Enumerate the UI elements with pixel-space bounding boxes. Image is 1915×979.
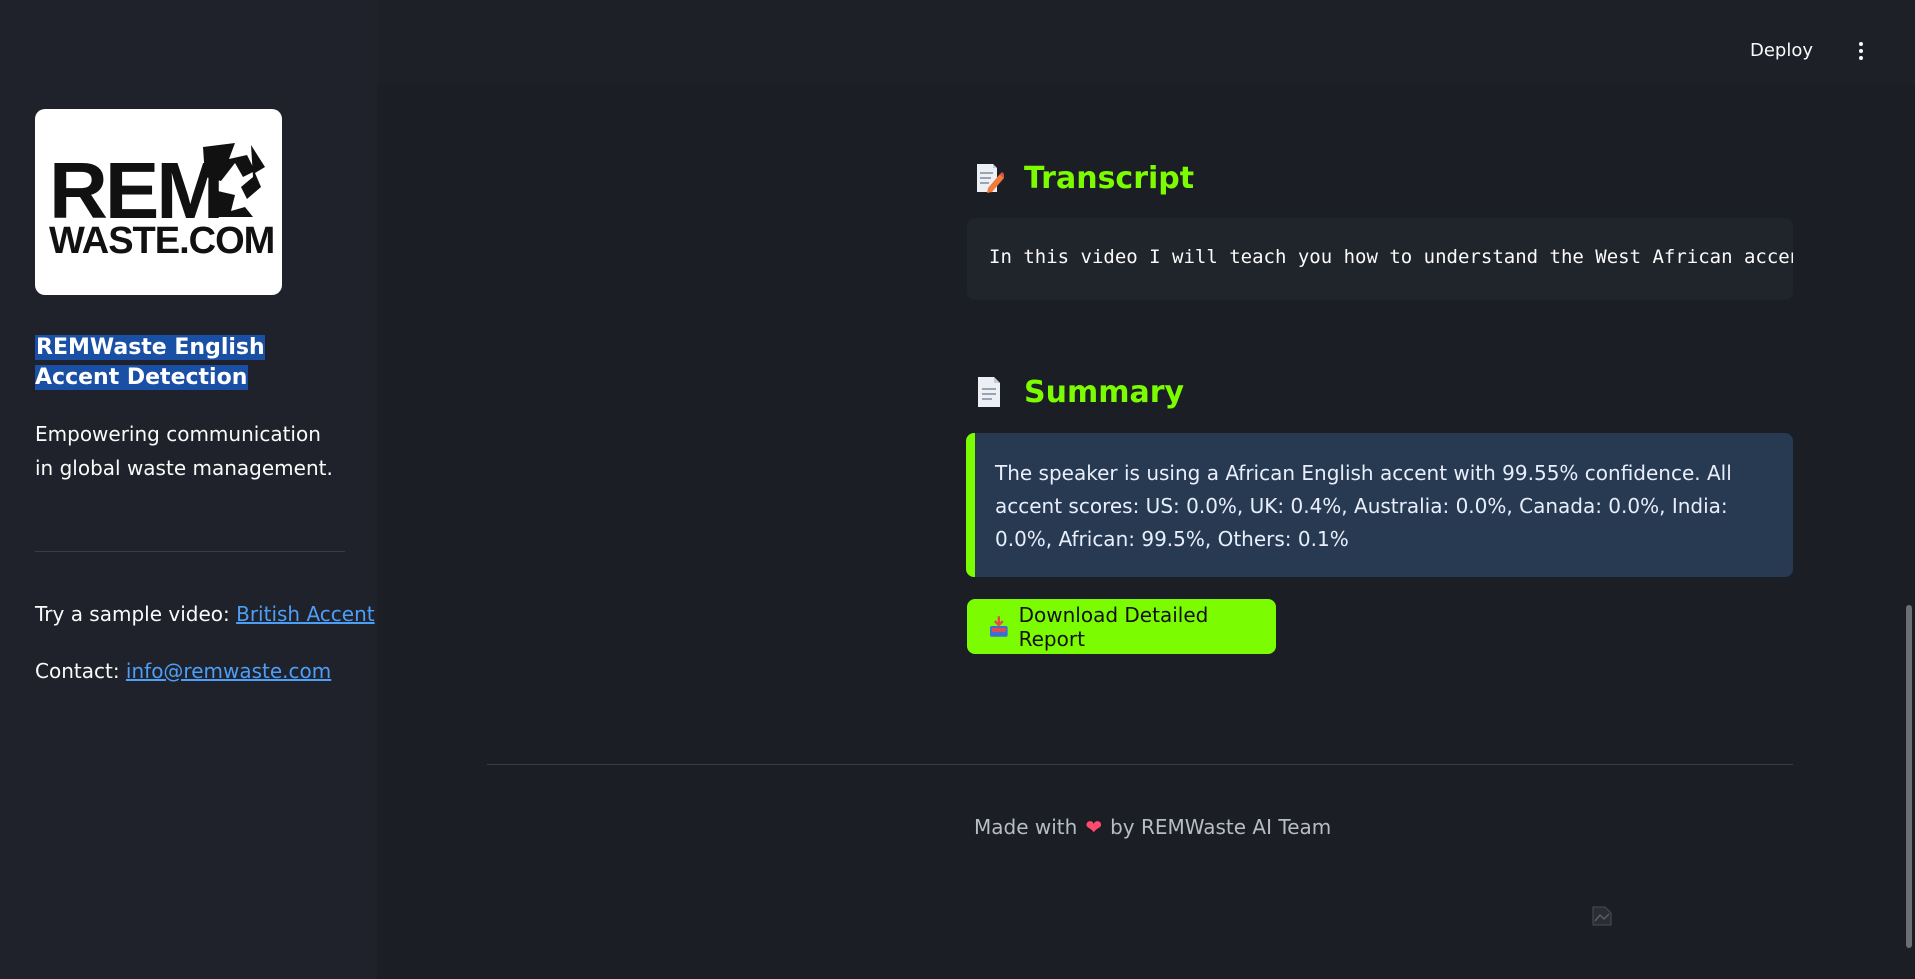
footer-credit: Made with ❤ by REMWaste AI Team — [974, 812, 1331, 842]
sample-video-line: Try a sample video: British Accent — [35, 600, 375, 628]
transcript-text: In this video I will teach you how to un… — [989, 246, 1793, 268]
summary-info-box: The speaker is using a African English a… — [966, 433, 1793, 577]
footer-by-team: by REMWaste AI Team — [1110, 815, 1332, 839]
transcript-heading: Transcript — [1024, 161, 1195, 196]
transcript-code-block[interactable]: In this video I will teach you how to un… — [967, 218, 1793, 300]
app-title-text: REMWaste English Accent Detection — [35, 335, 265, 390]
contact-line: Contact: info@remwaste.com — [35, 657, 331, 685]
sidebar-divider — [35, 551, 345, 552]
download-report-button[interactable]: Download Detailed Report — [967, 599, 1276, 654]
footer-divider — [487, 764, 1793, 765]
deploy-button[interactable]: Deploy — [1750, 38, 1813, 64]
recycle-icon — [203, 143, 265, 217]
remwaste-logo: REM WASTE.COM — [35, 109, 282, 295]
top-header — [377, 0, 1915, 85]
broken-image-icon — [1592, 906, 1612, 926]
sample-video-label: Try a sample video: — [35, 602, 230, 626]
app-window: REM WASTE.COM REMWaste English Accent De… — [0, 0, 1915, 979]
page-scrollbar[interactable] — [1906, 605, 1912, 948]
sidebar: REM WASTE.COM REMWaste English Accent De… — [0, 0, 377, 979]
summary-heading: Summary — [1024, 375, 1185, 410]
document-icon — [978, 377, 1000, 407]
kebab-menu-icon[interactable] — [1849, 38, 1873, 64]
download-report-label: Download Detailed Report — [1018, 602, 1209, 651]
memo-pencil-icon — [977, 164, 1004, 193]
contact-email-link[interactable]: info@remwaste.com — [126, 659, 331, 683]
british-accent-link[interactable]: British Accent — [236, 602, 375, 626]
tagline: Empowering communication in global waste… — [35, 422, 333, 480]
contact-label: Contact: — [35, 659, 120, 683]
footer-made-with: Made with — [974, 815, 1078, 839]
summary-text: The speaker is using a African English a… — [995, 461, 1732, 551]
logo-text-waste: WASTE.COM — [49, 220, 275, 262]
heart-icon: ❤ — [1085, 815, 1103, 839]
app-title: REMWaste English Accent Detection — [35, 333, 315, 393]
inbox-download-icon — [989, 615, 1008, 637]
